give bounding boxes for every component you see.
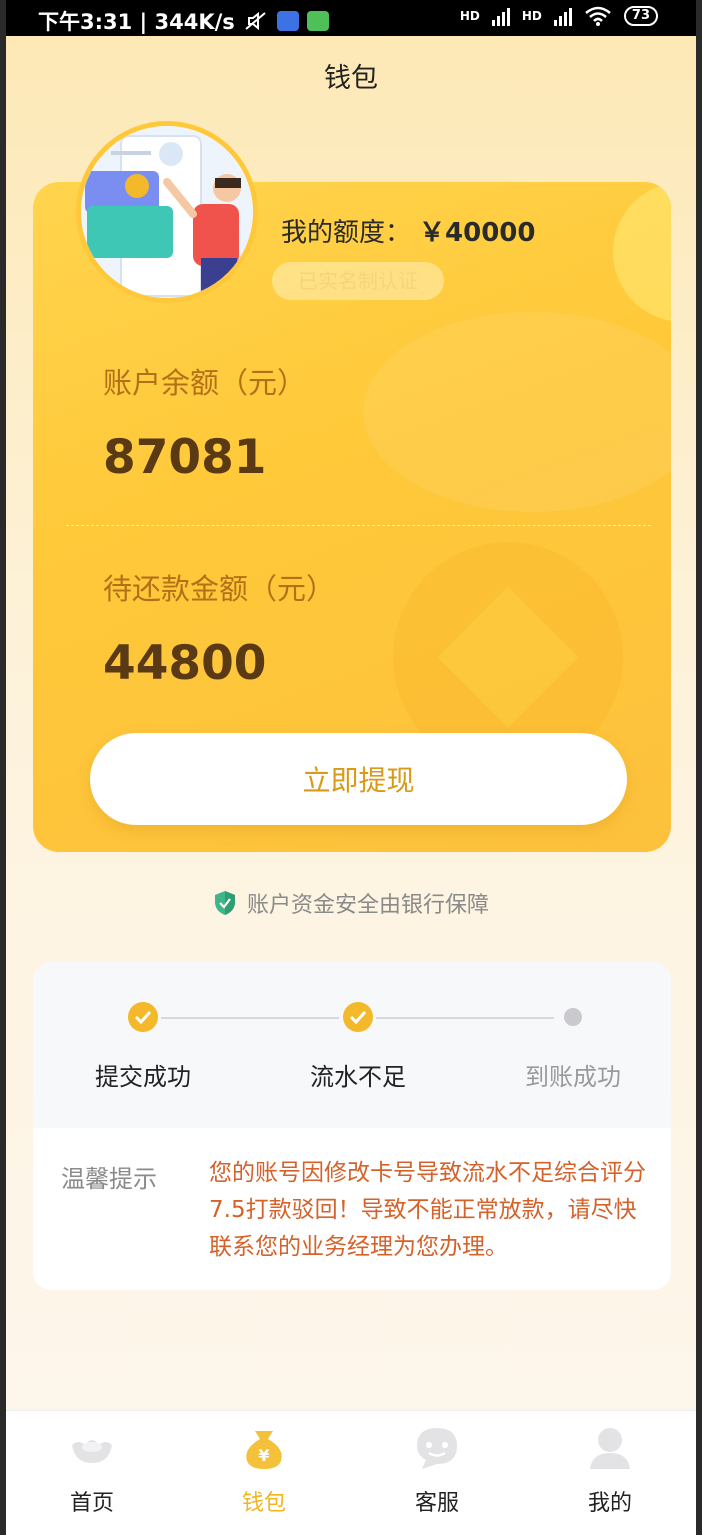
card-decoration	[613, 182, 671, 322]
verified-badge: 已实名制认证	[272, 262, 444, 300]
step-check-icon	[343, 1002, 373, 1032]
balance-value: 87081	[103, 430, 267, 485]
tab-label: 钱包	[241, 1491, 286, 1516]
step-label-submitted: 提交成功	[95, 1063, 191, 1091]
tip-body: 您的账号因修改卡号导致流水不足综合评分7.5打款驳回！导致不能正常放款，请尽快联…	[209, 1160, 646, 1260]
repay-label: 待还款金额（元）	[103, 572, 336, 606]
chat-bubble-icon	[417, 1428, 457, 1469]
card-divider	[66, 525, 651, 526]
wallet-bag-icon: ¥	[246, 1431, 282, 1469]
shield-icon	[214, 891, 235, 915]
tab-wallet[interactable]: ¥ 钱包	[178, 1411, 350, 1535]
wallet-illustration	[76, 121, 258, 303]
safety-note: 账户资金安全由银行保障	[6, 887, 696, 919]
progress-card: 提交成功 流水不足 到账成功 温馨提示 您的账号因修改卡号导致流水不足综合评分7…	[33, 962, 671, 1290]
balance-label: 账户余额（元）	[103, 366, 307, 400]
signal-icon-2	[553, 6, 572, 26]
progress-steps: 提交成功 流水不足 到账成功	[33, 962, 671, 1128]
tab-mine[interactable]: 我的	[524, 1411, 696, 1535]
bottom-tab-bar: 首页 ¥ 钱包 客服 我的	[6, 1410, 696, 1535]
step-check-icon	[128, 1002, 158, 1032]
app-screen: 下午3:31 | 344K/s HD HD 73 钱包 我的额度： ￥40000…	[6, 0, 696, 1535]
tab-label: 客服	[414, 1491, 459, 1516]
wifi-icon	[585, 6, 611, 26]
tab-label: 首页	[69, 1491, 114, 1516]
app-notification-icon	[306, 11, 329, 31]
signal-icon	[491, 6, 510, 26]
step-connector	[376, 1017, 554, 1019]
battery-icon: 73	[623, 6, 658, 26]
withdraw-button[interactable]: 立即提现	[90, 733, 627, 825]
page-title: 钱包	[324, 63, 378, 94]
tab-customer-service[interactable]: 客服	[351, 1411, 523, 1535]
mute-icon	[245, 11, 266, 31]
user-icon	[590, 1428, 630, 1469]
status-time-speed: 下午3:31 | 344K/s	[38, 10, 235, 34]
repay-value: 44800	[103, 636, 267, 691]
quota-value: ￥40000	[419, 218, 536, 248]
step-connector	[161, 1017, 339, 1019]
tab-home[interactable]: 首页	[6, 1411, 178, 1535]
safety-text: 账户资金安全由银行保障	[246, 893, 489, 918]
baidu-app-icon	[276, 11, 299, 31]
credit-quota: 我的额度： ￥40000	[281, 212, 535, 249]
tip-title: 温馨提示	[61, 1165, 157, 1193]
ingot-icon	[72, 1440, 112, 1463]
quota-label: 我的额度：	[281, 218, 412, 248]
step-label-arrived: 到账成功	[525, 1063, 621, 1091]
card-decoration	[363, 312, 671, 512]
status-bar: 下午3:31 | 344K/s HD HD 73	[6, 0, 696, 36]
step-label-insufficient: 流水不足	[310, 1063, 406, 1091]
hd-label: HD	[459, 9, 480, 23]
svg-text:¥: ¥	[258, 1446, 269, 1465]
step-pending-icon	[564, 1008, 582, 1026]
tab-label: 我的	[587, 1491, 632, 1516]
hd-label-2: HD	[521, 9, 542, 23]
